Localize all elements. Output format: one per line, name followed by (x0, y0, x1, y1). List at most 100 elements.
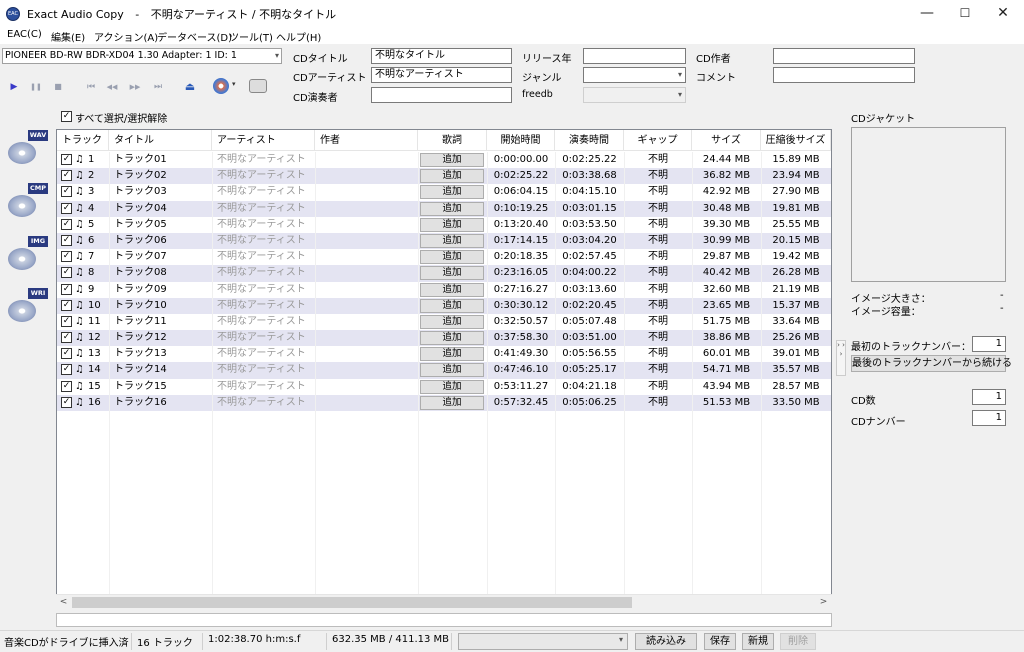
track-artist[interactable]: 不明なアーティスト (217, 314, 313, 330)
table-row[interactable]: ✓ ♫ 11 トラック11 不明なアーティスト 追加 0:32:50.57 0:05:07.4… (57, 314, 831, 330)
menu-help[interactable]: ヘルプ(H) (276, 29, 321, 44)
track-composer[interactable] (320, 249, 416, 265)
add-lyrics-button[interactable]: 追加 (420, 169, 484, 184)
track-title[interactable]: トラック14 (114, 362, 210, 378)
track-composer[interactable] (320, 379, 416, 395)
track-title[interactable]: トラック04 (114, 201, 210, 217)
track-checkbox[interactable]: ✓ (61, 170, 72, 182)
table-row[interactable]: ✓ ♫ 10 トラック10 不明なアーティスト 追加 0:30:30.12 0:02:20.4… (57, 297, 831, 314)
comment-field[interactable] (773, 67, 915, 83)
genre-select[interactable]: ▾ (583, 67, 686, 83)
cd-tool-dropdown[interactable]: ▾ (232, 80, 236, 88)
track-artist[interactable]: 不明なアーティスト (217, 330, 313, 346)
track-checkbox[interactable]: ✓ (61, 218, 72, 230)
add-lyrics-button[interactable]: 追加 (420, 250, 484, 265)
add-lyrics-button[interactable]: 追加 (420, 363, 484, 378)
header-gap[interactable]: ギャップ (624, 130, 692, 151)
table-row[interactable]: ✓ ♫ 14 トラック14 不明なアーティスト 追加 0:47:46.10 0:05:25.1… (57, 362, 831, 379)
add-lyrics-button[interactable]: 追加 (420, 153, 484, 167)
table-row[interactable]: ✓ ♫ 16 トラック16 不明なアーティスト 追加 0:57:32.45 0:05:06.2… (57, 394, 831, 411)
write-cd-icon[interactable]: WRI (6, 288, 48, 328)
cd-composer-field[interactable] (773, 48, 915, 64)
cd-title-field[interactable]: 不明なタイトル (371, 48, 512, 64)
table-row[interactable]: ✓ ♫ 15 トラック15 不明なアーティスト 追加 0:53:11.27 0:04:21.1… (57, 379, 831, 395)
track-artist[interactable]: 不明なアーティスト (217, 298, 313, 314)
track-composer[interactable] (320, 184, 416, 200)
table-row[interactable]: ✓ ♫ 3 トラック03 不明なアーティスト 追加 0:06:04.15 0:04:15.10… (57, 184, 831, 200)
continue-track-number-button[interactable]: 最後のトラックナンバーから続ける (851, 355, 1012, 372)
track-composer[interactable] (320, 330, 416, 346)
table-row[interactable]: ✓ ♫ 5 トラック05 不明なアーティスト 追加 0:13:20.40 0:03:53.50… (57, 217, 831, 233)
cd-number-field[interactable]: 1 (972, 410, 1006, 426)
track-checkbox[interactable]: ✓ (61, 251, 72, 263)
track-artist[interactable]: 不明なアーティスト (217, 346, 313, 362)
add-lyrics-button[interactable]: 追加 (420, 233, 484, 248)
track-title[interactable]: トラック02 (114, 168, 210, 184)
track-checkbox[interactable]: ✓ (61, 267, 72, 279)
copy-compressed-icon[interactable]: CMP (6, 183, 48, 223)
copy-wav-icon[interactable]: WAV (6, 130, 48, 170)
track-artist[interactable]: 不明なアーティスト (217, 184, 313, 200)
load-button[interactable]: 読み込み (635, 633, 697, 650)
header-artist[interactable]: アーティスト (212, 130, 315, 151)
cd-cover-image[interactable] (851, 127, 1006, 282)
track-composer[interactable] (320, 201, 416, 217)
track-title[interactable]: トラック13 (114, 346, 210, 362)
track-title[interactable]: トラック12 (114, 330, 210, 346)
track-checkbox[interactable]: ✓ (61, 396, 72, 408)
header-compressed-size[interactable]: 圧縮後サイズ (761, 130, 831, 151)
menu-edit[interactable]: 編集(E) (51, 29, 85, 44)
track-artist[interactable]: 不明なアーティスト (217, 379, 313, 395)
table-row[interactable]: ✓ ♫ 12 トラック12 不明なアーティスト 追加 0:37:58.30 0:03:51.0… (57, 330, 831, 347)
track-title[interactable]: トラック15 (114, 379, 210, 395)
track-artist[interactable]: 不明なアーティスト (217, 362, 313, 378)
add-lyrics-button[interactable]: 追加 (420, 314, 484, 329)
add-lyrics-button[interactable]: 追加 (420, 185, 484, 200)
table-row[interactable]: ✓ ♫ 6 トラック06 不明なアーティスト 追加 0:17:14.15 0:03:04.20… (57, 232, 831, 250)
track-artist[interactable]: 不明なアーティスト (217, 249, 313, 265)
cd-tool-icon[interactable] (213, 78, 229, 94)
menu-action[interactable]: アクション(A) (94, 29, 158, 44)
track-title[interactable]: トラック10 (114, 298, 210, 314)
header-size[interactable]: サイズ (692, 130, 761, 151)
track-checkbox[interactable]: ✓ (61, 299, 72, 311)
track-checkbox[interactable]: ✓ (61, 202, 72, 214)
track-title[interactable]: トラック08 (114, 265, 210, 281)
track-title[interactable]: トラック16 (114, 395, 210, 411)
header-start[interactable]: 開始時間 (487, 130, 555, 151)
track-title[interactable]: トラック11 (114, 314, 210, 330)
release-year-field[interactable] (583, 48, 686, 64)
cd-count-field[interactable]: 1 (972, 389, 1006, 405)
track-composer[interactable] (320, 168, 416, 184)
track-title[interactable]: トラック05 (114, 217, 210, 233)
table-row[interactable]: ✓ ♫ 7 トラック07 不明なアーティスト 追加 0:20:18.35 0:02:57.45… (57, 249, 831, 265)
track-composer[interactable] (320, 282, 416, 298)
add-lyrics-button[interactable]: 追加 (420, 347, 484, 362)
track-composer[interactable] (320, 298, 416, 314)
add-lyrics-button[interactable]: 追加 (420, 217, 484, 232)
pause-button[interactable]: ❚❚ (28, 79, 44, 95)
collapse-panel-button[interactable]: › › › (836, 340, 846, 376)
first-track-field[interactable]: 1 (972, 336, 1006, 352)
track-artist[interactable]: 不明なアーティスト (217, 152, 313, 168)
drive-select[interactable]: PIONEER BD-RW BDR-XD04 1.30 Adapter: 1 I… (2, 48, 282, 64)
track-title[interactable]: トラック06 (114, 233, 210, 249)
add-lyrics-button[interactable]: 追加 (420, 331, 484, 346)
track-composer[interactable] (320, 314, 416, 330)
header-title[interactable]: タイトル (109, 130, 212, 151)
last-track-button[interactable]: ⏭ (150, 79, 166, 95)
eject-button[interactable]: ⏏ (182, 79, 198, 95)
copy-image-icon[interactable]: IMG (6, 236, 48, 276)
track-checkbox[interactable]: ✓ (61, 283, 72, 295)
track-checkbox[interactable]: ✓ (61, 234, 72, 246)
profile-select[interactable]: ▾ (458, 633, 628, 650)
track-composer[interactable] (320, 152, 416, 168)
track-title[interactable]: トラック07 (114, 249, 210, 265)
track-checkbox[interactable]: ✓ (61, 332, 72, 344)
close-button[interactable]: ✕ (984, 0, 1022, 28)
track-composer[interactable] (320, 362, 416, 378)
first-track-button[interactable]: ⏮ (83, 79, 99, 95)
scrollbar-thumb[interactable] (72, 597, 632, 608)
track-checkbox[interactable]: ✓ (61, 380, 72, 392)
track-checkbox[interactable]: ✓ (61, 348, 72, 360)
